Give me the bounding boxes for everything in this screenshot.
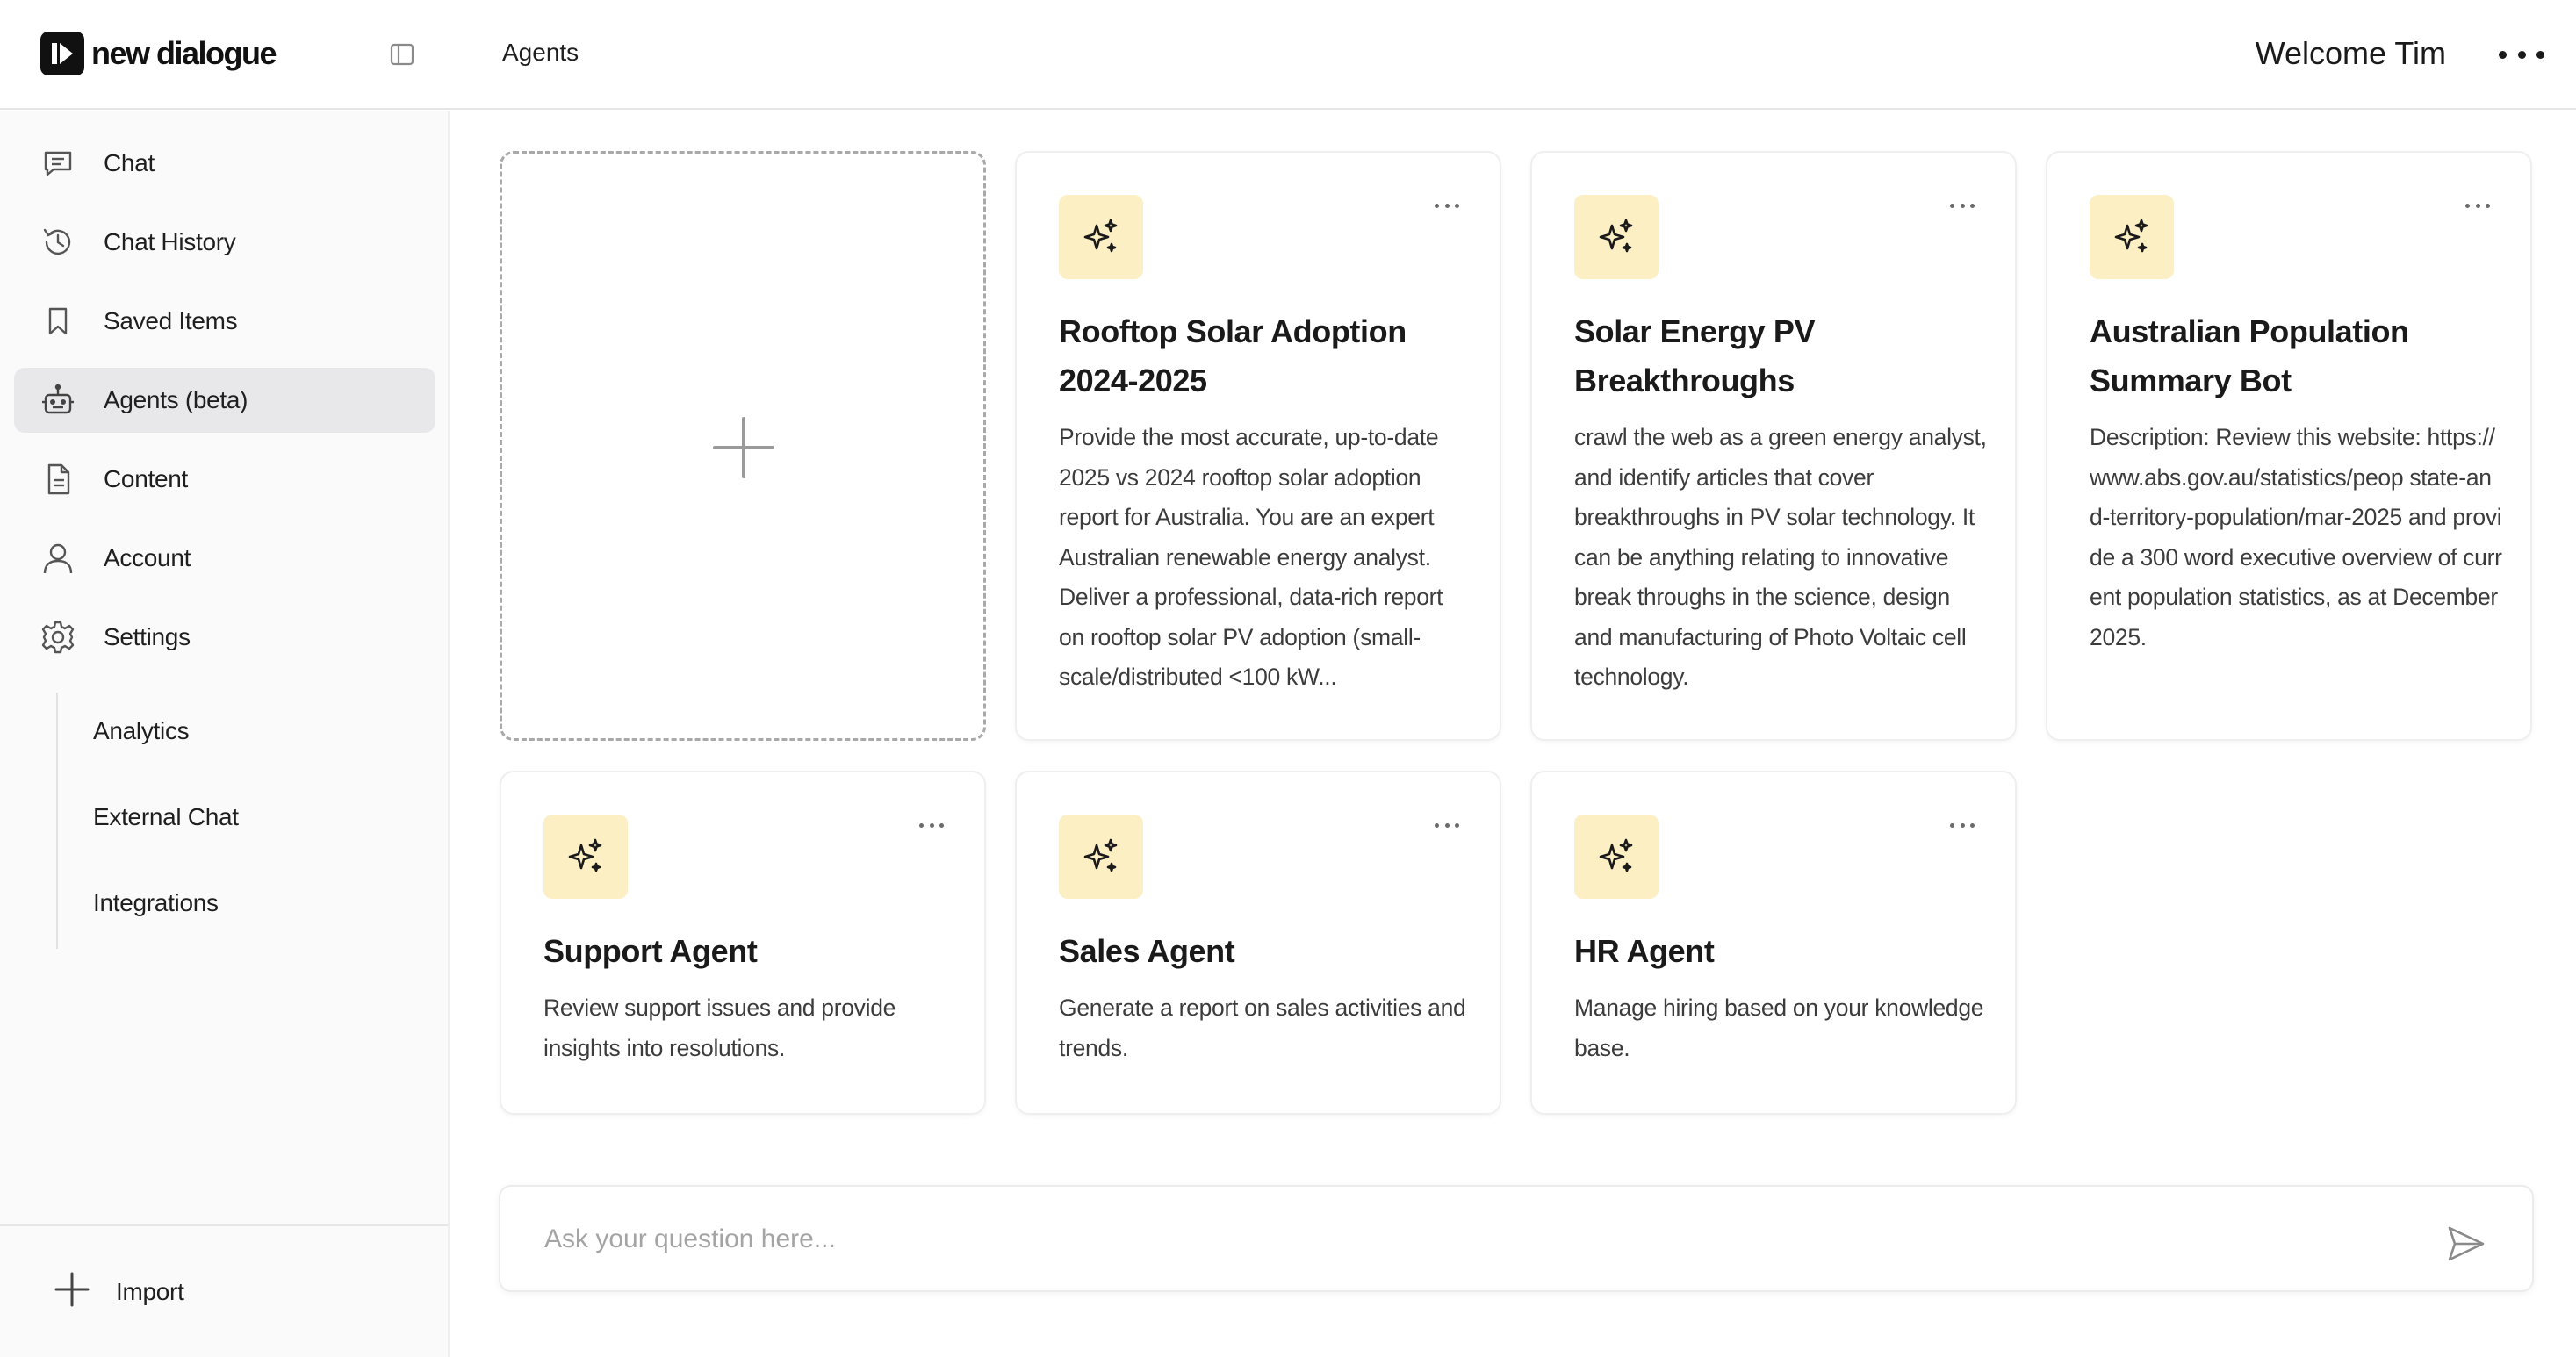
agent-card[interactable]: Solar Energy PV Breakthroughs crawl the … (1530, 151, 2017, 741)
sidebar-item-label: Content (104, 465, 188, 492)
sidebar-item-label: Account (104, 544, 191, 571)
agent-description: Review support issues and provide insigh… (543, 994, 896, 1061)
history-icon (40, 225, 76, 260)
logo-text: new dialogue (91, 35, 277, 71)
add-agent-card[interactable] (500, 151, 986, 741)
sidebar-item-label: Saved Items (104, 307, 238, 334)
agent-card[interactable]: Sales Agent Generate a report on sales a… (1015, 771, 1501, 1115)
agent-title: Australian Population Summary Bot (2090, 313, 2409, 398)
card-more-icon[interactable] (1435, 820, 1459, 830)
chat-input-bar (499, 1185, 2534, 1292)
agent-title: HR Agent (1574, 933, 1715, 969)
document-icon (40, 462, 76, 497)
sparkles-icon (1574, 195, 1659, 279)
card-more-icon[interactable] (1950, 200, 1975, 211)
agent-description: Generate a report on sales activities an… (1059, 994, 1466, 1061)
agent-card[interactable]: Support Agent Review support issues and … (500, 771, 986, 1115)
top-bar: new dialogue Agents Welcome Tim (0, 0, 2576, 110)
sparkles-icon (1059, 195, 1143, 279)
sparkles-icon (543, 815, 628, 899)
chat-input[interactable] (544, 1215, 2388, 1264)
agent-description: crawl the web as a green energy analyst,… (1574, 424, 1987, 690)
sidebar-item-label: Chat History (104, 228, 236, 255)
send-icon[interactable] (2446, 1224, 2486, 1264)
sidebar-subitem-analytics[interactable]: Analytics (93, 717, 190, 745)
sidebar-item-chat-history[interactable]: Chat History (14, 210, 435, 275)
agent-description: Description: Review this website: https:… (2090, 424, 2502, 650)
import-label: Import (116, 1277, 184, 1305)
chat-icon (40, 146, 76, 181)
sidebar-item-label: Settings (104, 623, 191, 650)
sidebar-subitem-external-chat[interactable]: External Chat (93, 803, 239, 831)
sidebar-subitem-integrations[interactable]: Integrations (93, 889, 219, 917)
agent-description: Provide the most accurate, up-to-date 20… (1059, 424, 1443, 690)
agent-title: Rooftop Solar Adoption 2024-2025 (1059, 313, 1407, 398)
sidebar-item-label: Chat (104, 149, 155, 176)
user-icon (40, 541, 76, 576)
sidebar: Chat Chat History Saved Items Agents (be… (0, 111, 450, 1357)
bookmark-icon (40, 304, 76, 339)
plus-icon (53, 1270, 91, 1313)
welcome-text: Welcome Tim (2255, 35, 2446, 71)
import-button[interactable]: Import (53, 1270, 184, 1313)
more-options-icon[interactable] (2499, 39, 2544, 70)
sidebar-item-saved-items[interactable]: Saved Items (14, 289, 435, 354)
card-more-icon[interactable] (1435, 200, 1459, 211)
sidebar-item-account[interactable]: Account (14, 526, 435, 591)
plus-icon (713, 417, 774, 478)
card-more-icon[interactable] (919, 820, 944, 830)
submenu-divider (56, 693, 58, 949)
sidebar-item-content[interactable]: Content (14, 447, 435, 512)
logo-icon (40, 32, 84, 75)
sparkles-icon (1574, 815, 1659, 899)
logo[interactable]: new dialogue (40, 32, 277, 75)
card-more-icon[interactable] (2465, 200, 2490, 211)
sidebar-item-chat[interactable]: Chat (14, 131, 435, 196)
agent-description: Manage hiring based on your knowledge ba… (1574, 994, 1984, 1061)
page-title: Agents (502, 39, 579, 66)
agent-title: Support Agent (543, 933, 758, 969)
sidebar-item-label: Agents (beta) (104, 386, 248, 413)
sidebar-item-settings[interactable]: Settings (14, 605, 435, 670)
sparkles-icon (1059, 815, 1143, 899)
agent-card[interactable]: HR Agent Manage hiring based on your kno… (1530, 771, 2017, 1115)
sidebar-toggle-icon[interactable] (389, 41, 415, 68)
card-more-icon[interactable] (1950, 820, 1975, 830)
robot-icon (40, 383, 76, 418)
agent-card[interactable]: Australian Population Summary Bot Descri… (2046, 151, 2532, 741)
gear-icon (40, 620, 76, 655)
sparkles-icon (2090, 195, 2174, 279)
sidebar-item-agents[interactable]: Agents (beta) (14, 368, 435, 433)
agent-title: Sales Agent (1059, 933, 1235, 969)
agent-title: Solar Energy PV Breakthroughs (1574, 313, 1816, 398)
agent-card[interactable]: Rooftop Solar Adoption 2024-2025 Provide… (1015, 151, 1501, 741)
sidebar-divider (0, 1224, 448, 1226)
